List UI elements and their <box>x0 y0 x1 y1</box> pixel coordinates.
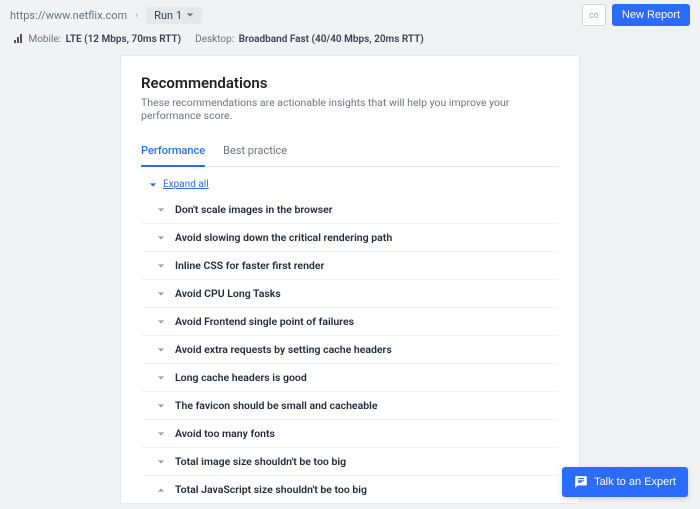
desktop-label: Desktop: <box>195 34 234 45</box>
card-subtitle: These recommendations are actionable ins… <box>141 96 559 122</box>
recommendation-title: Long cache headers is good <box>175 371 307 384</box>
recommendation-row[interactable]: Total JavaScript size shouldn't be too b… <box>141 475 559 503</box>
mobile-info: Mobile: LTE (12 Mbps, 70ms RTT) <box>14 34 181 45</box>
recommendation-title: Avoid CPU Long Tasks <box>175 287 281 300</box>
chevron-down-icon <box>157 374 165 382</box>
recommendation-title: Inline CSS for faster first render <box>175 259 324 272</box>
tab-performance[interactable]: Performance <box>141 138 205 167</box>
signal-icon <box>14 34 24 44</box>
run-label: Run 1 <box>154 9 182 22</box>
chevron-down-icon <box>149 181 157 189</box>
chevron-down-icon <box>157 290 165 298</box>
chevron-down-icon <box>157 234 165 242</box>
talk-label: Talk to an Expert <box>594 476 676 488</box>
mobile-label: Mobile: <box>28 34 61 45</box>
recommendation-row[interactable]: Avoid extra requests by setting cache he… <box>141 335 559 363</box>
recommendation-title: The favicon should be small and cacheabl… <box>175 399 378 412</box>
recommendation-row[interactable]: Inline CSS for faster first render <box>141 251 559 279</box>
recommendation-row[interactable]: The favicon should be small and cacheabl… <box>141 391 559 419</box>
expand-all-link[interactable]: Expand all <box>163 179 209 190</box>
recommendation-title: Avoid extra requests by setting cache he… <box>175 343 392 356</box>
chevron-down-icon <box>186 11 194 19</box>
recommendation-title: Don't scale images in the browser <box>175 203 333 216</box>
desktop-info: Desktop: Broadband Fast (40/40 Mbps, 20m… <box>195 34 424 45</box>
tabs: Performance Best practice <box>141 138 559 167</box>
recommendations-card: Recommendations These recommendations ar… <box>120 55 580 504</box>
mobile-value: LTE (12 Mbps, 70ms RTT) <box>66 34 182 45</box>
run-selector[interactable]: Run 1 <box>146 7 202 24</box>
url-text: https://www.netflix.com <box>10 9 127 22</box>
chevron-down-icon <box>157 402 165 410</box>
recommendation-row[interactable]: Avoid slowing down the critical renderin… <box>141 223 559 251</box>
chevron-down-icon <box>157 346 165 354</box>
device-bar: Mobile: LTE (12 Mbps, 70ms RTT) Desktop:… <box>0 30 700 55</box>
card-title: Recommendations <box>141 74 559 92</box>
new-report-button[interactable]: New Report <box>612 4 690 26</box>
recommendation-row[interactable]: Avoid too many fonts <box>141 419 559 447</box>
desktop-value: Broadband Fast (40/40 Mbps, 20ms RTT) <box>239 34 424 45</box>
tab-best-practice[interactable]: Best practice <box>223 138 287 167</box>
breadcrumb-chevron: › <box>135 10 138 21</box>
recommendation-row[interactable]: Long cache headers is good <box>141 363 559 391</box>
talk-to-expert-button[interactable]: Talk to an Expert <box>562 467 688 497</box>
recommendation-row[interactable]: Total image size shouldn't be too big <box>141 447 559 475</box>
recommendations-list: Don't scale images in the browser Avoid s… <box>141 196 559 503</box>
recommendation-title: Avoid slowing down the critical renderin… <box>175 231 392 244</box>
recommendation-title: Avoid Frontend single point of failures <box>175 315 354 328</box>
recommendation-row[interactable]: Don't scale images in the browser <box>141 196 559 223</box>
recommendation-row[interactable]: Avoid Frontend single point of failures <box>141 307 559 335</box>
chevron-down-icon <box>157 486 165 494</box>
recommendation-title: Total JavaScript size shouldn't be too b… <box>175 483 367 496</box>
link-button[interactable]: co <box>582 4 606 26</box>
chevron-down-icon <box>157 262 165 270</box>
chevron-down-icon <box>157 430 165 438</box>
chevron-down-icon <box>157 206 165 214</box>
expand-all-row[interactable]: Expand all <box>141 167 559 196</box>
chevron-down-icon <box>157 318 165 326</box>
topbar: https://www.netflix.com › Run 1 co New R… <box>0 0 700 30</box>
chevron-down-icon <box>157 458 165 466</box>
recommendation-title: Avoid too many fonts <box>175 427 275 440</box>
chat-icon <box>574 475 588 489</box>
recommendation-row[interactable]: Avoid CPU Long Tasks <box>141 279 559 307</box>
recommendation-title: Total image size shouldn't be too big <box>175 455 346 468</box>
